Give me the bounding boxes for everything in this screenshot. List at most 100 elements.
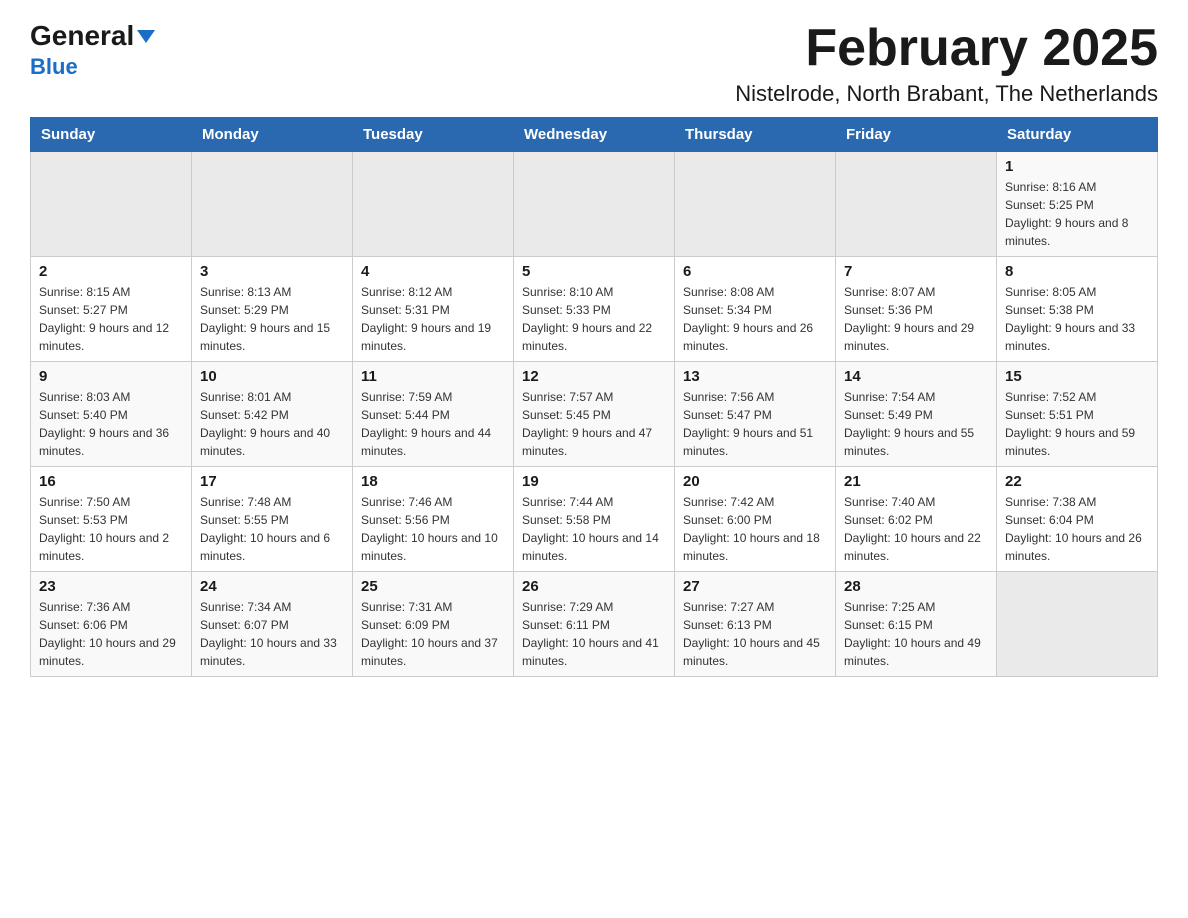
calendar-day-cell: 13 Sunrise: 7:56 AM Sunset: 5:47 PM Dayli… bbox=[675, 362, 836, 467]
day-info: Sunrise: 7:27 AM Sunset: 6:13 PM Dayligh… bbox=[683, 598, 827, 670]
day-number: 2 bbox=[39, 263, 183, 280]
day-info: Sunrise: 8:08 AM Sunset: 5:34 PM Dayligh… bbox=[683, 283, 827, 355]
calendar-day-cell: 11 Sunrise: 7:59 AM Sunset: 5:44 PM Dayli… bbox=[353, 362, 514, 467]
calendar-day-cell: 15Sunrise: 7:52 AM Sunset: 5:51 PM Dayli… bbox=[997, 362, 1158, 467]
day-number: 24 bbox=[200, 578, 344, 595]
calendar-header-monday: Monday bbox=[192, 118, 353, 152]
day-number: 3 bbox=[200, 263, 344, 280]
day-info: Sunrise: 8:07 AM Sunset: 5:36 PM Dayligh… bbox=[844, 283, 988, 355]
day-number: 22 bbox=[1005, 473, 1149, 490]
calendar-day-cell: 19 Sunrise: 7:44 AM Sunset: 5:58 PM Dayli… bbox=[514, 467, 675, 572]
logo-line1: General bbox=[30, 20, 155, 52]
calendar-day-cell bbox=[514, 152, 675, 257]
day-number: 17 bbox=[200, 473, 344, 490]
day-number: 18 bbox=[361, 473, 505, 490]
calendar-day-cell bbox=[192, 152, 353, 257]
day-number: 10 bbox=[200, 368, 344, 385]
calendar-day-cell: 9 Sunrise: 8:03 AM Sunset: 5:40 PM Daylig… bbox=[31, 362, 192, 467]
day-info: Sunrise: 7:59 AM Sunset: 5:44 PM Dayligh… bbox=[361, 388, 505, 460]
day-number: 8 bbox=[1005, 263, 1149, 280]
calendar-week-row: 16Sunrise: 7:50 AM Sunset: 5:53 PM Dayli… bbox=[31, 467, 1158, 572]
day-number: 25 bbox=[361, 578, 505, 595]
calendar-day-cell: 2 Sunrise: 8:15 AM Sunset: 5:27 PM Daylig… bbox=[31, 257, 192, 362]
calendar-week-row: 23Sunrise: 7:36 AM Sunset: 6:06 PM Dayli… bbox=[31, 572, 1158, 677]
calendar-header-sunday: Sunday bbox=[31, 118, 192, 152]
calendar-day-cell: 17 Sunrise: 7:48 AM Sunset: 5:55 PM Dayli… bbox=[192, 467, 353, 572]
calendar-day-cell: 20 Sunrise: 7:42 AM Sunset: 6:00 PM Dayli… bbox=[675, 467, 836, 572]
day-number: 28 bbox=[844, 578, 988, 595]
calendar-day-cell: 23Sunrise: 7:36 AM Sunset: 6:06 PM Dayli… bbox=[31, 572, 192, 677]
day-number: 14 bbox=[844, 368, 988, 385]
calendar-day-cell: 3Sunrise: 8:13 AM Sunset: 5:29 PM Daylig… bbox=[192, 257, 353, 362]
calendar-header-thursday: Thursday bbox=[675, 118, 836, 152]
day-number: 7 bbox=[844, 263, 988, 280]
day-number: 11 bbox=[361, 368, 505, 385]
calendar-day-cell: 4Sunrise: 8:12 AM Sunset: 5:31 PM Daylig… bbox=[353, 257, 514, 362]
calendar-day-cell: 18 Sunrise: 7:46 AM Sunset: 5:56 PM Dayli… bbox=[353, 467, 514, 572]
day-info: Sunrise: 7:40 AM Sunset: 6:02 PM Dayligh… bbox=[844, 493, 988, 565]
day-info: Sunrise: 7:54 AM Sunset: 5:49 PM Dayligh… bbox=[844, 388, 988, 460]
day-info: Sunrise: 7:50 AM Sunset: 5:53 PM Dayligh… bbox=[39, 493, 183, 565]
day-number: 4 bbox=[361, 263, 505, 280]
calendar-day-cell: 27 Sunrise: 7:27 AM Sunset: 6:13 PM Dayli… bbox=[675, 572, 836, 677]
day-info: Sunrise: 7:25 AM Sunset: 6:15 PM Dayligh… bbox=[844, 598, 988, 670]
day-number: 1 bbox=[1005, 158, 1149, 175]
day-number: 21 bbox=[844, 473, 988, 490]
calendar-week-row: 1Sunrise: 8:16 AM Sunset: 5:25 PM Daylig… bbox=[31, 152, 1158, 257]
logo-blue-text: Blue bbox=[30, 54, 78, 80]
day-info: Sunrise: 7:44 AM Sunset: 5:58 PM Dayligh… bbox=[522, 493, 666, 565]
calendar-day-cell: 26Sunrise: 7:29 AM Sunset: 6:11 PM Dayli… bbox=[514, 572, 675, 677]
page-header: General Blue February 2025 Nistelrode, N… bbox=[30, 20, 1158, 107]
calendar-header-friday: Friday bbox=[836, 118, 997, 152]
month-title: February 2025 bbox=[735, 20, 1158, 77]
calendar-header-row: SundayMondayTuesdayWednesdayThursdayFrid… bbox=[31, 118, 1158, 152]
calendar-day-cell: 5 Sunrise: 8:10 AM Sunset: 5:33 PM Daylig… bbox=[514, 257, 675, 362]
calendar-week-row: 2 Sunrise: 8:15 AM Sunset: 5:27 PM Daylig… bbox=[31, 257, 1158, 362]
day-number: 12 bbox=[522, 368, 666, 385]
calendar-day-cell: 16Sunrise: 7:50 AM Sunset: 5:53 PM Dayli… bbox=[31, 467, 192, 572]
day-info: Sunrise: 8:03 AM Sunset: 5:40 PM Dayligh… bbox=[39, 388, 183, 460]
calendar-header-saturday: Saturday bbox=[997, 118, 1158, 152]
day-info: Sunrise: 7:52 AM Sunset: 5:51 PM Dayligh… bbox=[1005, 388, 1149, 460]
calendar-header-tuesday: Tuesday bbox=[353, 118, 514, 152]
day-number: 6 bbox=[683, 263, 827, 280]
day-number: 19 bbox=[522, 473, 666, 490]
day-number: 5 bbox=[522, 263, 666, 280]
calendar-day-cell: 10 Sunrise: 8:01 AM Sunset: 5:42 PM Dayli… bbox=[192, 362, 353, 467]
calendar-day-cell bbox=[836, 152, 997, 257]
day-info: Sunrise: 8:01 AM Sunset: 5:42 PM Dayligh… bbox=[200, 388, 344, 460]
calendar-header-wednesday: Wednesday bbox=[514, 118, 675, 152]
calendar-day-cell bbox=[31, 152, 192, 257]
day-info: Sunrise: 7:56 AM Sunset: 5:47 PM Dayligh… bbox=[683, 388, 827, 460]
day-info: Sunrise: 7:34 AM Sunset: 6:07 PM Dayligh… bbox=[200, 598, 344, 670]
day-info: Sunrise: 7:57 AM Sunset: 5:45 PM Dayligh… bbox=[522, 388, 666, 460]
calendar-day-cell bbox=[353, 152, 514, 257]
day-info: Sunrise: 8:15 AM Sunset: 5:27 PM Dayligh… bbox=[39, 283, 183, 355]
calendar-table: SundayMondayTuesdayWednesdayThursdayFrid… bbox=[30, 117, 1158, 677]
day-info: Sunrise: 7:46 AM Sunset: 5:56 PM Dayligh… bbox=[361, 493, 505, 565]
calendar-day-cell: 6 Sunrise: 8:08 AM Sunset: 5:34 PM Daylig… bbox=[675, 257, 836, 362]
calendar-week-row: 9 Sunrise: 8:03 AM Sunset: 5:40 PM Daylig… bbox=[31, 362, 1158, 467]
calendar-day-cell: 25Sunrise: 7:31 AM Sunset: 6:09 PM Dayli… bbox=[353, 572, 514, 677]
calendar-day-cell: 14 Sunrise: 7:54 AM Sunset: 5:49 PM Dayli… bbox=[836, 362, 997, 467]
logo-triangle-icon bbox=[137, 30, 155, 43]
day-number: 27 bbox=[683, 578, 827, 595]
location-subtitle: Nistelrode, North Brabant, The Netherlan… bbox=[735, 81, 1158, 107]
calendar-day-cell: 22 Sunrise: 7:38 AM Sunset: 6:04 PM Dayli… bbox=[997, 467, 1158, 572]
calendar-day-cell: 8Sunrise: 8:05 AM Sunset: 5:38 PM Daylig… bbox=[997, 257, 1158, 362]
day-info: Sunrise: 8:10 AM Sunset: 5:33 PM Dayligh… bbox=[522, 283, 666, 355]
calendar-day-cell: 7 Sunrise: 8:07 AM Sunset: 5:36 PM Daylig… bbox=[836, 257, 997, 362]
logo: General Blue bbox=[30, 20, 155, 80]
day-number: 13 bbox=[683, 368, 827, 385]
day-info: Sunrise: 7:48 AM Sunset: 5:55 PM Dayligh… bbox=[200, 493, 344, 565]
day-info: Sunrise: 7:42 AM Sunset: 6:00 PM Dayligh… bbox=[683, 493, 827, 565]
day-number: 23 bbox=[39, 578, 183, 595]
calendar-day-cell: 21 Sunrise: 7:40 AM Sunset: 6:02 PM Dayli… bbox=[836, 467, 997, 572]
day-number: 20 bbox=[683, 473, 827, 490]
day-info: Sunrise: 7:38 AM Sunset: 6:04 PM Dayligh… bbox=[1005, 493, 1149, 565]
day-info: Sunrise: 7:29 AM Sunset: 6:11 PM Dayligh… bbox=[522, 598, 666, 670]
title-block: February 2025 Nistelrode, North Brabant,… bbox=[735, 20, 1158, 107]
day-number: 9 bbox=[39, 368, 183, 385]
calendar-day-cell: 28 Sunrise: 7:25 AM Sunset: 6:15 PM Dayli… bbox=[836, 572, 997, 677]
calendar-day-cell bbox=[997, 572, 1158, 677]
